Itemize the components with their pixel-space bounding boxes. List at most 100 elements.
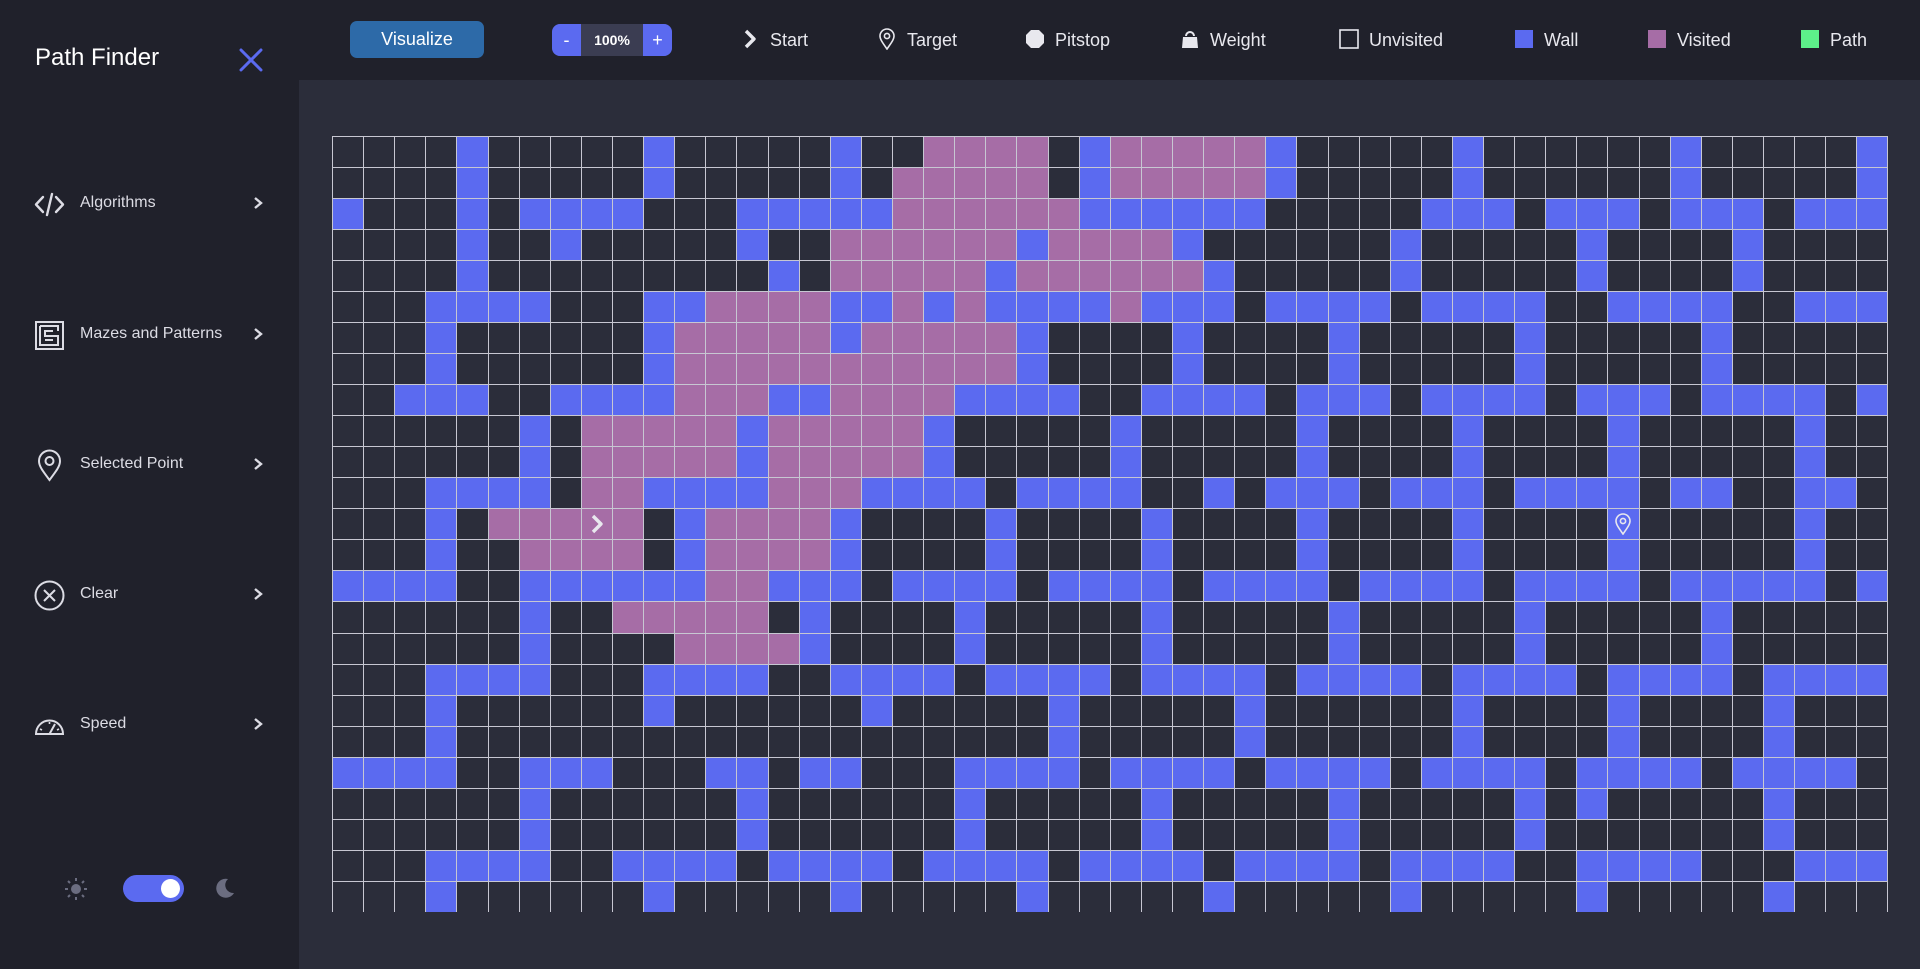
unvisited-cell[interactable] [611, 260, 644, 292]
unvisited-cell[interactable] [767, 818, 799, 850]
unvisited-cell[interactable] [1825, 415, 1857, 447]
unvisited-cell[interactable] [549, 663, 581, 695]
unvisited-cell[interactable] [1607, 880, 1639, 912]
visited-cell[interactable] [736, 539, 768, 571]
unvisited-cell[interactable] [1638, 508, 1670, 540]
wall-cell[interactable] [860, 291, 892, 323]
visited-cell[interactable] [891, 229, 924, 261]
wall-cell[interactable] [332, 198, 364, 230]
visited-cell[interactable] [580, 539, 612, 571]
unvisited-cell[interactable] [1669, 446, 1701, 478]
unvisited-cell[interactable] [1389, 787, 1421, 819]
wall-cell[interactable] [1078, 167, 1110, 199]
unvisited-cell[interactable] [1483, 880, 1515, 912]
unvisited-cell[interactable] [1078, 756, 1110, 788]
unvisited-cell[interactable] [1451, 880, 1484, 912]
wall-cell[interactable] [1203, 880, 1235, 912]
wall-cell[interactable] [1047, 291, 1079, 323]
unvisited-cell[interactable] [1327, 136, 1359, 168]
unvisited-cell[interactable] [1203, 539, 1235, 571]
wall-cell[interactable] [1669, 849, 1701, 881]
unvisited-cell[interactable] [1576, 446, 1608, 478]
unvisited-cell[interactable] [1638, 787, 1670, 819]
unvisited-cell[interactable] [1171, 415, 1204, 447]
wall-cell[interactable] [1451, 756, 1484, 788]
unvisited-cell[interactable] [1669, 353, 1701, 385]
wall-cell[interactable] [1109, 446, 1141, 478]
unvisited-cell[interactable] [580, 136, 612, 168]
wall-cell[interactable] [1514, 322, 1546, 354]
unvisited-cell[interactable] [1483, 136, 1515, 168]
wall-cell[interactable] [1109, 756, 1141, 788]
wall-cell[interactable] [1669, 136, 1701, 168]
wall-cell[interactable] [1140, 818, 1172, 850]
unvisited-cell[interactable] [1327, 694, 1359, 726]
unvisited-cell[interactable] [1109, 322, 1141, 354]
wall-cell[interactable] [643, 291, 675, 323]
unvisited-cell[interactable] [1140, 353, 1172, 385]
visited-cell[interactable] [829, 229, 861, 261]
unvisited-cell[interactable] [549, 415, 581, 447]
visited-cell[interactable] [611, 477, 644, 509]
visited-cell[interactable] [549, 539, 581, 571]
unvisited-cell[interactable] [1296, 353, 1328, 385]
wall-cell[interactable] [1140, 570, 1172, 602]
wall-cell[interactable] [1451, 663, 1484, 695]
wall-cell[interactable] [425, 539, 457, 571]
unvisited-cell[interactable] [580, 229, 612, 261]
sidebar-item-algorithms[interactable]: Algorithms [0, 173, 299, 233]
wall-cell[interactable] [1794, 384, 1826, 416]
unvisited-cell[interactable] [1234, 601, 1266, 633]
wall-cell[interactable] [829, 167, 861, 199]
visited-cell[interactable] [954, 291, 986, 323]
wall-cell[interactable] [1700, 384, 1732, 416]
unvisited-cell[interactable] [1514, 260, 1546, 292]
visited-cell[interactable] [985, 136, 1017, 168]
unvisited-cell[interactable] [1545, 136, 1577, 168]
wall-cell[interactable] [954, 756, 986, 788]
wall-cell[interactable] [518, 849, 550, 881]
visited-cell[interactable] [580, 415, 612, 447]
wall-cell[interactable] [1016, 880, 1048, 912]
unvisited-cell[interactable] [643, 818, 675, 850]
wall-cell[interactable] [1825, 291, 1857, 323]
unvisited-cell[interactable] [1358, 477, 1390, 509]
unvisited-cell[interactable] [643, 756, 675, 788]
unvisited-cell[interactable] [1856, 756, 1888, 788]
unvisited-cell[interactable] [1358, 787, 1390, 819]
unvisited-cell[interactable] [643, 787, 675, 819]
visited-cell[interactable] [674, 384, 706, 416]
unvisited-cell[interactable] [1234, 446, 1266, 478]
unvisited-cell[interactable] [1545, 632, 1577, 664]
wall-cell[interactable] [798, 601, 830, 633]
unvisited-cell[interactable] [1545, 322, 1577, 354]
visited-cell[interactable] [954, 167, 986, 199]
wall-cell[interactable] [1047, 756, 1079, 788]
unvisited-cell[interactable] [1451, 322, 1484, 354]
wall-cell[interactable] [1327, 663, 1359, 695]
unvisited-cell[interactable] [1638, 353, 1670, 385]
wall-cell[interactable] [1545, 198, 1577, 230]
unvisited-cell[interactable] [1483, 508, 1515, 540]
unvisited-cell[interactable] [1358, 632, 1390, 664]
unvisited-cell[interactable] [1451, 601, 1484, 633]
visited-cell[interactable] [829, 415, 861, 447]
wall-cell[interactable] [1514, 477, 1546, 509]
visited-cell[interactable] [549, 508, 581, 540]
unvisited-cell[interactable] [1763, 260, 1795, 292]
wall-cell[interactable] [1763, 787, 1795, 819]
wall-cell[interactable] [1607, 663, 1639, 695]
unvisited-cell[interactable] [1638, 632, 1670, 664]
unvisited-cell[interactable] [1638, 570, 1670, 602]
unvisited-cell[interactable] [643, 725, 675, 757]
wall-cell[interactable] [891, 570, 924, 602]
unvisited-cell[interactable] [1078, 539, 1110, 571]
unvisited-cell[interactable] [1856, 322, 1888, 354]
wall-cell[interactable] [1171, 756, 1204, 788]
unvisited-cell[interactable] [1296, 632, 1328, 664]
unvisited-cell[interactable] [674, 725, 706, 757]
unvisited-cell[interactable] [1047, 880, 1079, 912]
wall-cell[interactable] [425, 353, 457, 385]
unvisited-cell[interactable] [456, 570, 488, 602]
unvisited-cell[interactable] [1358, 818, 1390, 850]
